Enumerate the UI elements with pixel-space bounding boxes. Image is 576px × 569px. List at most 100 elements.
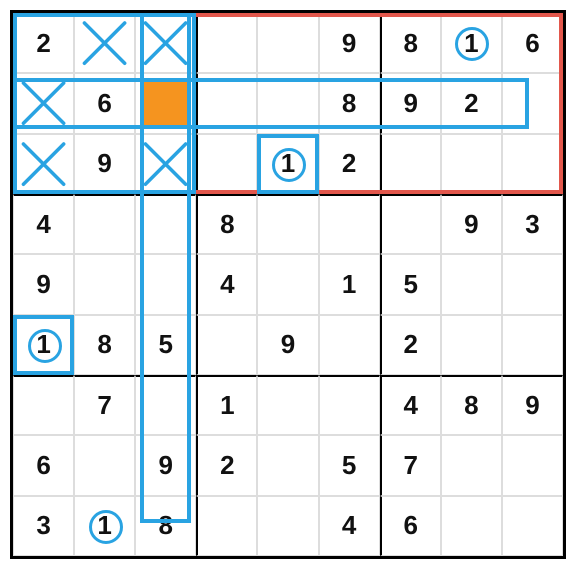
cell-r5-c3[interactable]	[196, 315, 257, 375]
cell-r1-c6[interactable]: 9	[380, 73, 441, 133]
cell-r2-c6[interactable]	[380, 134, 441, 194]
cell-r2-c4[interactable]: 1	[257, 134, 318, 194]
cell-r8-c1[interactable]: 1	[74, 496, 135, 556]
cell-r6-c5[interactable]	[319, 375, 380, 435]
cell-r0-c6[interactable]: 8	[380, 13, 441, 73]
cell-value: 8	[464, 390, 478, 421]
cell-r3-c8[interactable]: 3	[502, 194, 563, 254]
cell-r8-c6[interactable]: 6	[380, 496, 441, 556]
cell-r7-c0[interactable]: 6	[13, 435, 74, 495]
cell-r5-c4[interactable]: 9	[257, 315, 318, 375]
cell-r2-c2[interactable]	[135, 134, 196, 194]
cell-r6-c1[interactable]: 7	[74, 375, 135, 435]
cell-r4-c4[interactable]	[257, 254, 318, 314]
cell-r4-c1[interactable]	[74, 254, 135, 314]
cell-r8-c4[interactable]	[257, 496, 318, 556]
cell-value: 8	[159, 510, 173, 541]
cell-r7-c1[interactable]	[74, 435, 135, 495]
cell-r3-c3[interactable]: 8	[196, 194, 257, 254]
cell-value: 8	[342, 88, 356, 119]
sudoku-board: 2981668929124893941518592714896925731846	[10, 10, 566, 559]
cell-r5-c8[interactable]	[502, 315, 563, 375]
cell-r3-c6[interactable]	[380, 194, 441, 254]
cell-value: 3	[36, 510, 50, 541]
cell-r0-c8[interactable]: 6	[502, 13, 563, 73]
cell-value: 7	[403, 450, 417, 481]
cell-r4-c5[interactable]: 1	[319, 254, 380, 314]
cell-r8-c0[interactable]: 3	[13, 496, 74, 556]
cell-r7-c4[interactable]	[257, 435, 318, 495]
cell-r2-c0[interactable]	[13, 134, 74, 194]
cell-r7-c2[interactable]: 9	[135, 435, 196, 495]
cell-r6-c2[interactable]	[135, 375, 196, 435]
cell-r1-c2[interactable]	[135, 73, 196, 133]
cell-r1-c8[interactable]	[502, 73, 563, 133]
cell-r8-c3[interactable]	[196, 496, 257, 556]
cell-r0-c7[interactable]: 1	[441, 13, 502, 73]
cell-r0-c5[interactable]: 9	[319, 13, 380, 73]
cell-r8-c8[interactable]	[502, 496, 563, 556]
cell-r6-c4[interactable]	[257, 375, 318, 435]
cell-r0-c0[interactable]: 2	[13, 13, 74, 73]
cell-r7-c3[interactable]: 2	[196, 435, 257, 495]
cell-r3-c1[interactable]	[74, 194, 135, 254]
cell-value: 1	[342, 269, 356, 300]
cell-r7-c7[interactable]	[441, 435, 502, 495]
cell-r5-c6[interactable]: 2	[380, 315, 441, 375]
cell-r1-c1[interactable]: 6	[74, 73, 135, 133]
cell-r1-c3[interactable]	[196, 73, 257, 133]
cell-r6-c7[interactable]: 8	[441, 375, 502, 435]
cell-r8-c5[interactable]: 4	[319, 496, 380, 556]
cell-r7-c8[interactable]	[502, 435, 563, 495]
cell-value: 3	[525, 209, 539, 240]
cell-r2-c5[interactable]: 2	[319, 134, 380, 194]
cell-r5-c0[interactable]: 1	[13, 315, 74, 375]
cell-r5-c7[interactable]	[441, 315, 502, 375]
cell-r2-c1[interactable]: 9	[74, 134, 135, 194]
cell-r2-c8[interactable]	[502, 134, 563, 194]
cell-r0-c4[interactable]	[257, 13, 318, 73]
cell-r3-c4[interactable]	[257, 194, 318, 254]
cell-r2-c7[interactable]	[441, 134, 502, 194]
cell-value: 1	[464, 28, 478, 59]
cell-value: 9	[525, 390, 539, 421]
cell-r5-c2[interactable]: 5	[135, 315, 196, 375]
cell-r4-c7[interactable]	[441, 254, 502, 314]
cell-r1-c5[interactable]: 8	[319, 73, 380, 133]
cell-r7-c6[interactable]: 7	[380, 435, 441, 495]
cell-r0-c2[interactable]	[135, 13, 196, 73]
cell-r5-c1[interactable]: 8	[74, 315, 135, 375]
cell-r4-c2[interactable]	[135, 254, 196, 314]
cell-r4-c3[interactable]: 4	[196, 254, 257, 314]
cell-value: 9	[464, 209, 478, 240]
cell-value: 2	[403, 329, 417, 360]
cell-r7-c5[interactable]: 5	[319, 435, 380, 495]
cell-r0-c3[interactable]	[196, 13, 257, 73]
cell-value: 5	[403, 269, 417, 300]
cell-r6-c6[interactable]: 4	[380, 375, 441, 435]
cell-r8-c7[interactable]	[441, 496, 502, 556]
x-icon	[79, 18, 130, 68]
cell-value: 2	[464, 88, 478, 119]
cell-value: 1	[36, 329, 50, 360]
cell-r6-c3[interactable]: 1	[196, 375, 257, 435]
cell-r4-c0[interactable]: 9	[13, 254, 74, 314]
cell-r8-c2[interactable]: 8	[135, 496, 196, 556]
cell-r1-c4[interactable]	[257, 73, 318, 133]
cell-r3-c7[interactable]: 9	[441, 194, 502, 254]
cell-r6-c8[interactable]: 9	[502, 375, 563, 435]
cell-r2-c3[interactable]	[196, 134, 257, 194]
cell-r3-c5[interactable]	[319, 194, 380, 254]
cell-r3-c2[interactable]	[135, 194, 196, 254]
cell-value: 9	[403, 88, 417, 119]
cell-r1-c7[interactable]: 2	[441, 73, 502, 133]
cell-r5-c5[interactable]	[319, 315, 380, 375]
x-icon	[140, 139, 191, 189]
cell-r6-c0[interactable]	[13, 375, 74, 435]
cell-r0-c1[interactable]	[74, 13, 135, 73]
cell-value: 9	[97, 148, 111, 179]
cell-r1-c0[interactable]	[13, 73, 74, 133]
cell-r4-c8[interactable]	[502, 254, 563, 314]
cell-r3-c0[interactable]: 4	[13, 194, 74, 254]
cell-r4-c6[interactable]: 5	[380, 254, 441, 314]
